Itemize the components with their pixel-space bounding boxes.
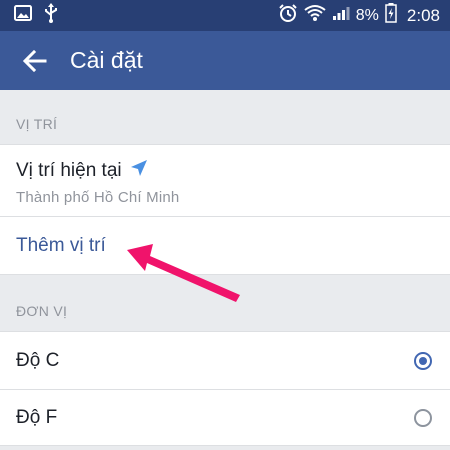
unit-option-celsius[interactable]: Độ C bbox=[0, 332, 450, 389]
divider bbox=[0, 445, 450, 446]
radio-button-selected[interactable] bbox=[414, 351, 432, 370]
clock: 2:08 bbox=[406, 5, 440, 25]
location-arrow-icon bbox=[130, 159, 148, 183]
battery-percent: 8% bbox=[355, 6, 379, 24]
page-title: Cài đặt bbox=[70, 47, 143, 73]
current-location-value: Thành phố Hồ Chí Minh bbox=[16, 189, 180, 206]
alarm-icon bbox=[278, 3, 298, 28]
unit-option-fahrenheit[interactable]: Độ F bbox=[0, 390, 450, 445]
usb-icon bbox=[44, 3, 58, 28]
section-header-location: VỊ TRÍ bbox=[16, 116, 58, 132]
wifi-icon bbox=[304, 4, 326, 27]
current-location-row[interactable]: Vị trí hiện tại Thành phố Hồ Chí Minh bbox=[0, 145, 450, 216]
arrow-left-icon bbox=[23, 49, 47, 72]
current-location-title: Vị trí hiện tại bbox=[16, 160, 122, 181]
add-location-row[interactable]: Thêm vị trí bbox=[0, 217, 450, 274]
unit-option-label: Độ C bbox=[16, 349, 60, 371]
status-bar: 8% 2:08 bbox=[0, 0, 450, 31]
battery-charging-icon bbox=[385, 3, 397, 28]
signal-icon bbox=[332, 5, 350, 26]
image-icon bbox=[14, 5, 32, 26]
unit-option-label: Độ F bbox=[16, 406, 58, 428]
add-location-link[interactable]: Thêm vị trí bbox=[16, 235, 106, 257]
radio-button-unselected[interactable] bbox=[414, 408, 432, 427]
app-bar: Cài đặt bbox=[0, 31, 450, 90]
section-header-units: ĐƠN VỊ bbox=[16, 303, 68, 319]
current-location-title-wrap: Vị trí hiện tại bbox=[16, 159, 450, 183]
back-button[interactable] bbox=[20, 46, 50, 76]
